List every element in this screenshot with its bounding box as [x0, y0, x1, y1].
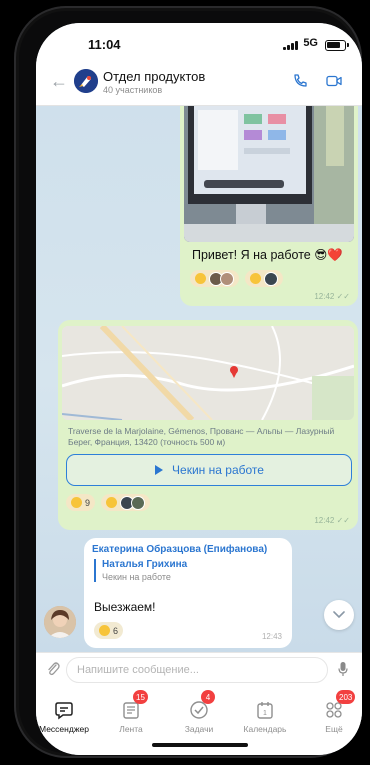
- feed-icon: 15: [121, 690, 148, 720]
- tab-label: Лента: [119, 724, 143, 734]
- signal-icon: [283, 41, 298, 50]
- tasks-icon: 4: [189, 690, 215, 720]
- microphone-icon[interactable]: [338, 661, 348, 682]
- kiss-emoji-icon: [71, 497, 82, 508]
- tab-tasks[interactable]: 4 Задачи: [169, 686, 229, 734]
- group-avatar[interactable]: [74, 69, 98, 93]
- scroll-down-button[interactable]: [324, 600, 354, 630]
- chat-header: ← Отдел продуктов 40 участников: [36, 65, 362, 106]
- battery-icon: [325, 40, 349, 51]
- reactions-row: 9: [66, 494, 151, 511]
- tab-feed[interactable]: 15 Лента: [101, 686, 161, 734]
- svg-text:1: 1: [263, 710, 267, 717]
- message-time: 12:42 ✓✓: [314, 292, 350, 301]
- tab-label: Ещё: [325, 724, 343, 734]
- reactor-avatar: [131, 495, 146, 510]
- phone-call-icon[interactable]: [292, 73, 308, 94]
- wow-emoji-icon: [106, 497, 118, 508]
- tab-label: Календарь: [243, 724, 287, 734]
- location-map[interactable]: [62, 326, 354, 420]
- office-photo[interactable]: [184, 106, 354, 242]
- reaction-pill[interactable]: 9: [66, 494, 96, 511]
- message-time: 12:43: [261, 632, 282, 641]
- sender-avatar[interactable]: [44, 606, 76, 638]
- grin-emoji-icon: [99, 625, 110, 636]
- bottom-tab-bar: Мессенджер 15 Лента 4 Задачи 1 Календарь: [36, 686, 362, 755]
- reactor-avatar: [264, 271, 278, 286]
- chat-subtitle: 40 участников: [103, 85, 163, 95]
- message-input[interactable]: [66, 657, 328, 683]
- message-time: 12:42 ✓✓: [314, 516, 350, 525]
- tab-label: Задачи: [184, 724, 214, 734]
- message-text: Выезжаем!: [94, 600, 156, 614]
- chevron-down-icon: [333, 611, 345, 619]
- tab-more[interactable]: 203 Ещё: [304, 686, 362, 734]
- phone-frame: 11:04 5G ← Отдел продуктов 40 участников: [14, 6, 362, 758]
- more-badge: 203: [336, 690, 356, 704]
- chat-title[interactable]: Отдел продуктов: [103, 69, 205, 84]
- video-call-icon[interactable]: [326, 74, 342, 93]
- wow-emoji-icon: [250, 273, 261, 284]
- network-label: 5G: [303, 37, 318, 49]
- message-author[interactable]: Екатерина Образцова (Епифанова): [92, 544, 267, 555]
- reaction-pill[interactable]: 6: [94, 622, 124, 639]
- reaction-pill[interactable]: [245, 270, 283, 287]
- app-screen: 11:04 5G ← Отдел продуктов 40 участников: [36, 23, 362, 755]
- more-icon: 203: [324, 690, 356, 720]
- kiss-emoji-icon: [195, 273, 206, 284]
- reaction-count: 6: [113, 625, 119, 636]
- photo-message[interactable]: Привет! Я на работе 😎❤️ 12:42 ✓✓: [180, 106, 358, 306]
- status-time: 11:04: [88, 37, 121, 52]
- status-bar: 11:04 5G: [36, 23, 362, 65]
- tab-calendar[interactable]: 1 Календарь: [235, 686, 295, 734]
- paperclip-icon[interactable]: [46, 661, 60, 682]
- message-text: Привет! Я на работе 😎❤️: [192, 248, 343, 262]
- tab-label: Мессенджер: [39, 724, 89, 734]
- home-indicator[interactable]: [152, 743, 248, 747]
- quoted-author: Наталья Грихина: [102, 559, 188, 570]
- reaction-pill[interactable]: [101, 494, 151, 511]
- reactor-avatar: [220, 271, 234, 286]
- feed-badge: 15: [133, 690, 148, 704]
- reaction-pill[interactable]: [190, 270, 239, 287]
- back-arrow-icon[interactable]: ←: [50, 71, 68, 92]
- tab-messenger[interactable]: Мессенджер: [36, 686, 94, 734]
- location-address: Traverse de la Marjolaine, Gémenos, Пров…: [68, 426, 335, 447]
- chat-area[interactable]: Привет! Я на работе 😎❤️ 12:42 ✓✓ Travers…: [36, 106, 362, 652]
- tasks-badge: 4: [201, 690, 215, 704]
- composer: [36, 652, 362, 687]
- reaction-count: 9: [85, 497, 91, 508]
- reactions-row: 6: [94, 622, 124, 639]
- location-message[interactable]: Traverse de la Marjolaine, Gémenos, Пров…: [58, 320, 358, 530]
- reactions-row: [190, 270, 283, 287]
- quoted-text: Чекин на работе: [102, 572, 171, 582]
- play-icon: [155, 465, 164, 475]
- quoted-message[interactable]: Наталья Грихина Чекин на работе: [94, 559, 282, 582]
- chat-icon: [54, 700, 74, 720]
- checkin-button[interactable]: Чекин на работе: [66, 454, 352, 486]
- reply-message[interactable]: Екатерина Образцова (Епифанова) Наталья …: [84, 538, 292, 648]
- checkin-label: Чекин на работе: [172, 463, 264, 477]
- calendar-icon: 1: [255, 700, 275, 720]
